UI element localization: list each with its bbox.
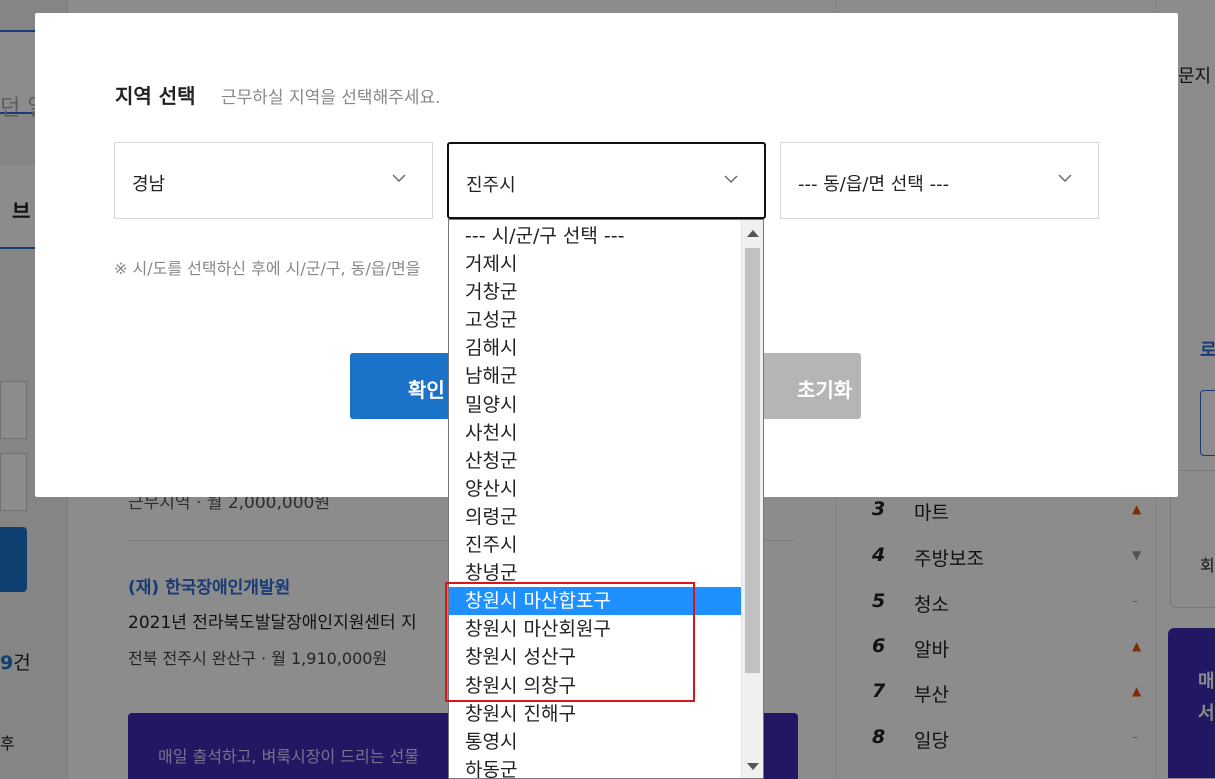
modal-title: 지역 선택 [115, 84, 196, 108]
scroll-thumb[interactable] [745, 248, 760, 673]
dropdown-option[interactable]: 하동군 [449, 756, 741, 778]
province-value: 경남 [132, 174, 166, 195]
province-select[interactable]: 경남 [114, 142, 433, 219]
dropdown-option[interactable]: 진주시 [449, 531, 741, 559]
confirm-button[interactable]: 확인 [350, 353, 450, 419]
city-select[interactable]: 진주시 [447, 142, 766, 219]
scroll-down-icon[interactable] [747, 763, 759, 770]
city-value: 진주시 [466, 175, 516, 196]
dropdown-option[interactable]: 양산시 [449, 475, 741, 503]
dropdown-option[interactable]: 고성군 [449, 306, 741, 334]
dong-value: --- 동/읍/면 선택 --- [798, 174, 950, 195]
dropdown-option[interactable]: 거제시 [449, 250, 741, 278]
dropdown-option[interactable]: --- 시/군/구 선택 --- [449, 222, 741, 250]
dropdown-option[interactable]: 통영시 [449, 728, 741, 756]
dropdown-option[interactable]: 의령군 [449, 503, 741, 531]
dropdown-option[interactable]: 사천시 [449, 419, 741, 447]
dropdown-option[interactable]: 남해군 [449, 362, 741, 390]
dropdown-option[interactable]: 밀양시 [449, 391, 741, 419]
dong-select[interactable]: --- 동/읍/면 선택 --- [780, 142, 1099, 219]
dropdown-option[interactable]: 산청군 [449, 447, 741, 475]
scroll-up-icon[interactable] [747, 230, 759, 237]
scrollbar[interactable] [741, 220, 763, 778]
dropdown-option[interactable]: 창원시 진해구 [449, 700, 741, 728]
chevron-down-icon [724, 175, 738, 183]
confirm-label: 확인 [408, 378, 445, 402]
notice-text: ※ 시/도를 선택하신 후에 시/군/구, 동/읍/면을 [114, 259, 421, 278]
reset-button[interactable]: 초기화 [763, 353, 861, 419]
reset-label: 초기화 [797, 378, 853, 402]
modal-subtitle: 근무하실 지역을 선택해주세요. [221, 88, 441, 108]
chevron-down-icon [1058, 174, 1072, 182]
dropdown-option[interactable]: 김해시 [449, 334, 741, 362]
annotation-highlight-box [445, 582, 695, 702]
dropdown-option[interactable]: 거창군 [449, 278, 741, 306]
chevron-down-icon [392, 174, 406, 182]
